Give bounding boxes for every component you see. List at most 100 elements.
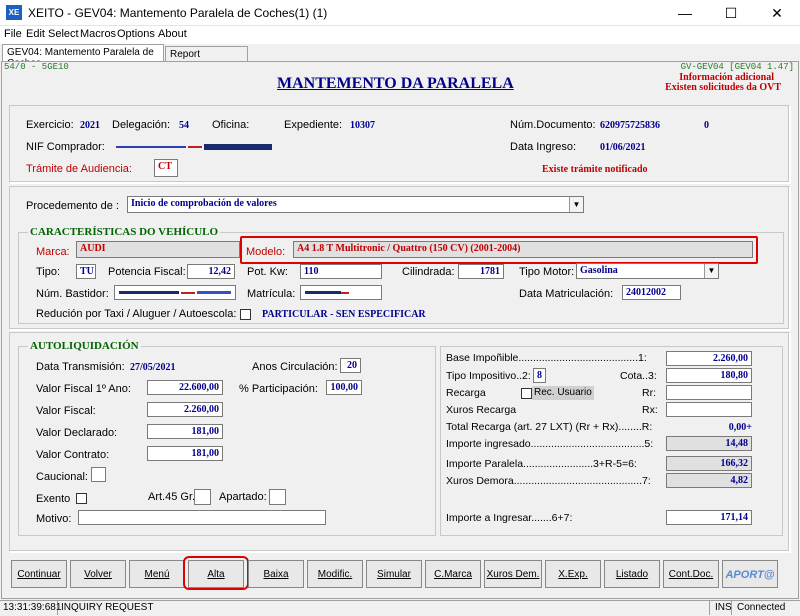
aport-logo[interactable]: APORT@ [722, 560, 778, 588]
data-ingreso-value: 01/06/2021 [600, 142, 646, 153]
importe-paralela-field[interactable]: 166,32 [666, 456, 752, 471]
simular-button[interactable]: Simular [366, 560, 422, 588]
tramite-label: Trámite de Audiencia: [26, 163, 132, 175]
motivo-field[interactable] [78, 510, 326, 525]
window-title: XEITO - GEV04: Mantemento Paralela de Co… [28, 6, 328, 20]
valor-declarado-field[interactable]: 181,00 [147, 424, 223, 439]
status-connection: Connected [737, 602, 786, 613]
status-ins: INS [712, 601, 732, 615]
data-matriculacion-field[interactable]: 24012002 [622, 285, 681, 300]
bastidor-field-redacted[interactable] [114, 285, 236, 300]
tramite-field[interactable]: CT [154, 159, 178, 177]
minimize-button[interactable]: — [662, 0, 708, 26]
anos-circulacion-field[interactable]: 20 [340, 358, 361, 373]
cmarca-button[interactable]: C.Marca [425, 560, 481, 588]
data-transmision-label: Data Transmisión: [36, 361, 125, 373]
chevron-down-icon[interactable]: ▼ [704, 264, 718, 278]
modific-button[interactable]: Modific. [307, 560, 363, 588]
menu-macros[interactable]: Macros [80, 28, 116, 40]
volver-button[interactable]: Volver [70, 560, 126, 588]
tipo-motor-select[interactable]: Gasolina [576, 263, 719, 279]
importe-ingresado-field[interactable]: 14,48 [666, 436, 752, 451]
tipo-impositivo-field[interactable]: 8 [533, 368, 546, 383]
xuros-dem-button[interactable]: Xuros Dem. [484, 560, 542, 588]
valor-contrato-label: Valor Contrato: [36, 449, 110, 461]
importe-ingresar-field[interactable]: 171,14 [666, 510, 752, 525]
cota-label: Cota..3: [620, 370, 657, 382]
matricula-label: Matrícula: [247, 288, 296, 300]
status-time: 13:31:39:681 [0, 601, 61, 615]
modelo-field[interactable]: A4 1.8 T Multitronic / Quattro (150 CV) … [293, 241, 753, 258]
tab-gev04[interactable]: GEV04: Mantemento Paralela de Coches [2, 44, 164, 69]
maximize-button[interactable]: ☐ [708, 0, 754, 26]
reducion-checkbox[interactable] [240, 309, 251, 320]
art45-field[interactable] [194, 489, 211, 505]
listado-button[interactable]: Listado [604, 560, 660, 588]
reducion-value: PARTICULAR - SEN ESPECIFICAR [262, 309, 426, 320]
valor-fiscal-1-field[interactable]: 22.600,00 [147, 380, 223, 395]
contdoc-button[interactable]: Cont.Doc. [663, 560, 719, 588]
xuros-demora-field[interactable]: 4,82 [666, 473, 752, 488]
tipo-motor-value: Gasolina [580, 265, 618, 276]
procedemento-label: Procedemento de : [26, 200, 119, 212]
rr-field[interactable] [666, 385, 752, 400]
chevron-down-icon[interactable]: ▼ [569, 197, 583, 212]
matricula-field-redacted[interactable] [300, 285, 382, 300]
baixa-button[interactable]: Baixa [248, 560, 304, 588]
participacion-field[interactable]: 100,00 [326, 380, 362, 395]
menu-options[interactable]: Options [117, 28, 155, 40]
xuros-demora-label: Xuros Demora............................… [446, 475, 651, 487]
marca-field[interactable]: AUDI [76, 241, 240, 258]
continuar-button[interactable]: Continuar [11, 560, 67, 588]
menu-edit[interactable]: Edit [26, 28, 45, 40]
right-code: GV-GEV04 [GEV04 1.47] [680, 62, 794, 72]
potkw-label: Pot. Kw: [247, 266, 288, 278]
base-field[interactable]: 2.260,00 [666, 351, 752, 366]
participacion-label: % Participación: [239, 383, 318, 395]
menu-select[interactable]: Select [48, 28, 79, 40]
apartado-label: Apartado: [219, 491, 267, 503]
rx-field[interactable] [666, 402, 752, 417]
close-button[interactable]: ✕ [754, 0, 800, 26]
valor-fiscal-label: Valor Fiscal: [36, 405, 96, 417]
rx-label: Rx: [642, 404, 658, 416]
apartado-field[interactable] [269, 489, 286, 505]
valor-contrato-field[interactable]: 181,00 [147, 446, 223, 461]
delegacion-value: 54 [179, 120, 189, 131]
importe-ingresar-label: Importe a Ingresar.......6+7: [446, 512, 573, 524]
rec-usuario-checkbox[interactable] [521, 388, 532, 399]
caucional-label: Caucional: [36, 471, 88, 483]
expediente-label: Expediente: [284, 119, 343, 131]
tipo-label: Tipo: [36, 266, 61, 278]
left-code: 54/0 - 5GE10 [4, 62, 69, 72]
menu-button[interactable]: Menú [129, 560, 185, 588]
vehicle-section-title: CARACTERÍSTICAS DO VEHÍCULO [28, 226, 221, 238]
tramite-notice: Existe trámite notificado [542, 164, 648, 175]
art45-label: Art.45 Gr.: [148, 491, 199, 503]
caucional-field[interactable] [91, 467, 106, 482]
potkw-field[interactable]: 110 [300, 264, 382, 279]
menu-about[interactable]: About [158, 28, 187, 40]
data-ingreso-label: Data Ingreso: [510, 141, 577, 153]
exercicio-value: 2021 [80, 120, 100, 131]
modelo-label: Modelo: [246, 246, 286, 258]
menu-file[interactable]: File [4, 28, 22, 40]
cota-field[interactable]: 180,80 [666, 368, 752, 383]
procedemento-select[interactable]: Inicio de comprobación de valores [127, 196, 584, 213]
valor-fiscal-field[interactable]: 2.260,00 [147, 402, 223, 417]
exento-checkbox[interactable] [76, 493, 87, 504]
recarga-label: Recarga [446, 387, 486, 399]
marca-label: Marca: [36, 246, 70, 258]
cilindrada-field[interactable]: 1781 [458, 264, 504, 279]
alta-highlight-box [183, 556, 249, 590]
reducion-label: Redución por Taxi / Aluguer / Autoescola… [36, 308, 237, 320]
xexp-button[interactable]: X.Exp. [545, 560, 601, 588]
nif-field-redacted[interactable] [116, 141, 274, 154]
tipo-field[interactable]: TU [76, 264, 96, 279]
importe-ingresado-label: Importe ingresado.......................… [446, 438, 654, 450]
potencia-field[interactable]: 12,42 [187, 264, 235, 279]
rec-usuario-label: Rec. Usuario [532, 386, 594, 400]
info-ovt[interactable]: Existen solicitudes da OVT [620, 82, 781, 93]
status-mode: INQUIRY REQUEST [58, 601, 710, 615]
tab-report-management[interactable]: Report Management [165, 46, 248, 71]
